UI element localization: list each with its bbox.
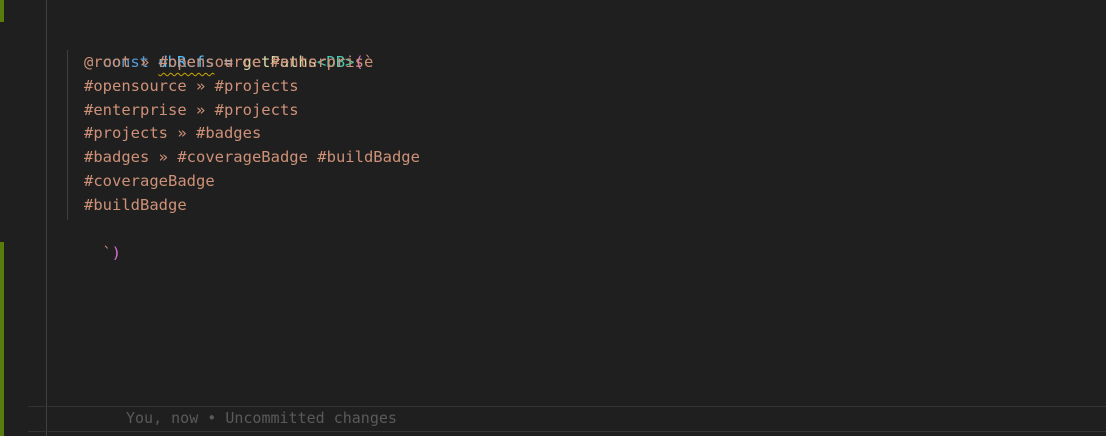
paren-close: ): [111, 244, 122, 262]
template-line[interactable]: #opensource » #projects: [84, 74, 299, 98]
template-line[interactable]: #enterprise » #projects: [84, 98, 299, 122]
template-backtick-close: `: [102, 244, 112, 262]
code-line-closing[interactable]: `): [65, 217, 121, 262]
git-blame-annotation: You, now • Uncommitted changes: [126, 409, 397, 427]
template-line[interactable]: @root » #opensource #enterprise: [84, 50, 373, 74]
template-line[interactable]: #badges » #coverageBadge #buildBadge: [84, 145, 420, 169]
template-line[interactable]: #projects » #badges: [84, 121, 261, 145]
indent-guide: [46, 0, 47, 436]
template-line[interactable]: #buildBadge: [84, 193, 187, 217]
template-line[interactable]: #coverageBadge: [84, 169, 215, 193]
code-editor[interactable]: const dbRefs = getPaths<DB>(` @root » #o…: [0, 0, 1106, 436]
gutter-change-indicator[interactable]: [0, 0, 4, 22]
gutter-change-indicator[interactable]: [0, 242, 4, 436]
code-line-declaration[interactable]: const dbRefs = getPaths<DB>(`: [65, 26, 373, 71]
